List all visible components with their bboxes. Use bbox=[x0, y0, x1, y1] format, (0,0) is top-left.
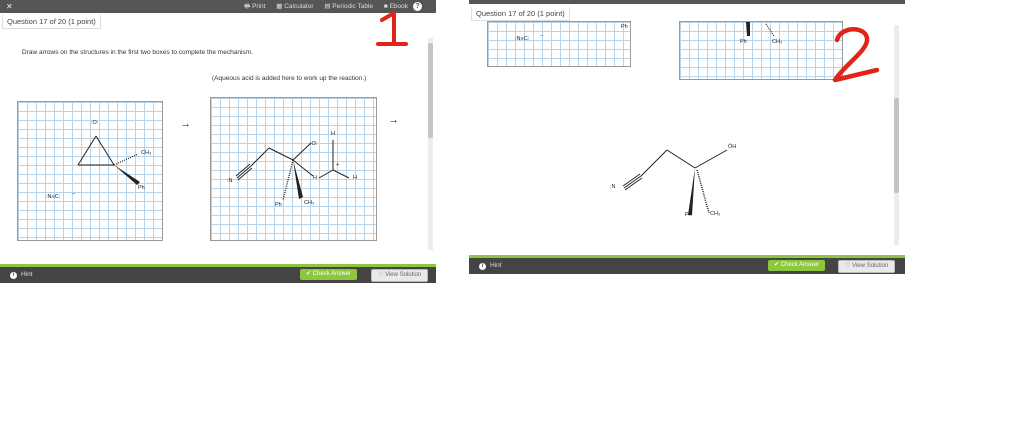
product-structure bbox=[622, 149, 728, 215]
oxygen-label: :O: bbox=[91, 120, 99, 126]
reaction-arrow-1: → bbox=[180, 118, 191, 130]
cyanide-label: :N≡C: bbox=[515, 36, 530, 42]
hydroxyl-label: ÖH bbox=[728, 144, 737, 150]
h3o-left-h: H bbox=[313, 175, 317, 181]
view-solution-label: View Solution bbox=[385, 272, 422, 278]
bulb-icon: ♡ bbox=[845, 263, 851, 269]
cyanide-charge: − bbox=[540, 33, 544, 39]
hint-button[interactable]: i Hint bbox=[10, 271, 33, 279]
h3o-top-h: H bbox=[331, 131, 335, 137]
methyl-label: CH₃ bbox=[141, 150, 152, 156]
phenyl-label: Ph bbox=[138, 185, 145, 191]
methyl-label: CH₃ bbox=[772, 39, 783, 45]
ebook-label: Ebook bbox=[389, 3, 408, 10]
instruction-text: Draw arrows on the structures in the fir… bbox=[22, 49, 253, 56]
book-icon: ■ bbox=[383, 3, 388, 10]
epoxide-structure bbox=[77, 135, 140, 185]
cyanide-charge: − bbox=[72, 191, 76, 197]
vertical-scrollbar[interactable] bbox=[428, 38, 433, 250]
bulb-icon: ♡ bbox=[378, 272, 384, 278]
nitrogen-label: :N bbox=[610, 184, 616, 190]
checkmark-icon: ✔ bbox=[774, 262, 780, 268]
right-screenshot: Question 17 of 20 (1 point) :N≡C: − Ph P… bbox=[469, 0, 905, 277]
phenyl-label: Ph bbox=[621, 24, 628, 30]
mechanism-box-2[interactable]: :N :O: H + H H Ph CH₃ bbox=[210, 97, 377, 241]
scrollbar-thumb[interactable] bbox=[894, 98, 899, 193]
ebook-button[interactable]: ■ Ebook bbox=[384, 3, 408, 10]
app-logo-icon: ✕ bbox=[6, 2, 13, 11]
alkoxide-structure bbox=[235, 140, 350, 201]
phenyl-label: Ph bbox=[685, 212, 692, 218]
calculator-icon: ▦ bbox=[276, 3, 283, 10]
periodic-table-button[interactable]: ▤ Periodic Table bbox=[324, 3, 373, 10]
bottom-action-bar: i Hint ✔ Check Answer ♡ View Solution bbox=[469, 255, 905, 274]
info-icon: i bbox=[10, 272, 17, 279]
workup-note: (Aqueous acid is added here to work up t… bbox=[212, 75, 367, 82]
view-solution-label: View Solution bbox=[852, 263, 889, 269]
partial-structure bbox=[746, 22, 775, 37]
help-button[interactable]: ? bbox=[413, 2, 422, 11]
check-answer-label: Check Answer bbox=[780, 262, 820, 268]
check-answer-label: Check Answer bbox=[312, 271, 352, 277]
cyanide-label: :N≡C: bbox=[46, 194, 61, 200]
reaction-arrow-2: → bbox=[388, 114, 399, 126]
mechanism-box-2-partial[interactable]: Ph CH₃ bbox=[679, 21, 843, 80]
print-button[interactable]: 🖶 Print bbox=[244, 3, 265, 10]
printer-icon: 🖶 bbox=[244, 3, 251, 10]
question-title: Question 17 of 20 (1 point) bbox=[2, 15, 101, 29]
h3o-plus: + bbox=[336, 162, 340, 168]
left-screenshot: ✕ 🖶 Print ▦ Calculator ▤ Periodic Table … bbox=[0, 0, 436, 283]
calculator-button[interactable]: ▦ Calculator bbox=[276, 3, 313, 10]
oxygen-anion-label: :O: bbox=[310, 141, 318, 147]
hint-label: Hint bbox=[490, 262, 502, 269]
checkmark-icon: ✔ bbox=[306, 271, 312, 277]
methyl-label: CH₃ bbox=[710, 211, 721, 217]
info-icon: i bbox=[479, 263, 486, 270]
check-answer-button[interactable]: ✔ Check Answer bbox=[300, 269, 358, 280]
methyl-label: CH₃ bbox=[304, 200, 315, 206]
view-solution-button[interactable]: ♡ View Solution bbox=[371, 269, 429, 282]
periodic-table-label: Periodic Table bbox=[332, 3, 373, 10]
print-label: Print bbox=[252, 3, 266, 10]
phenyl-label: Ph bbox=[740, 39, 747, 45]
hint-button[interactable]: i Hint bbox=[479, 262, 502, 270]
mechanism-box-1-partial[interactable]: :N≡C: − Ph bbox=[487, 21, 631, 67]
scrollbar-thumb[interactable] bbox=[428, 43, 433, 138]
vertical-scrollbar[interactable] bbox=[894, 25, 899, 245]
mechanism-box-1[interactable]: :O: CH₃ Ph :N≡C: − bbox=[17, 101, 163, 241]
top-toolbar: ✕ 🖶 Print ▦ Calculator ▤ Periodic Table … bbox=[0, 0, 436, 13]
nitrogen-label: :N bbox=[227, 178, 233, 184]
top-toolbar-edge bbox=[469, 0, 905, 4]
annotation-number-2 bbox=[832, 27, 880, 83]
view-solution-button[interactable]: ♡ View Solution bbox=[838, 260, 896, 273]
check-answer-button[interactable]: ✔ Check Answer bbox=[768, 260, 826, 271]
annotation-number-1 bbox=[376, 11, 408, 46]
table-icon: ▤ bbox=[324, 3, 331, 10]
h3o-right-h: H bbox=[353, 175, 357, 181]
phenyl-label: Ph bbox=[275, 202, 282, 208]
bottom-action-bar: i Hint ✔ Check Answer ♡ View Solution bbox=[0, 264, 436, 283]
question-title: Question 17 of 20 (1 point) bbox=[471, 7, 570, 21]
hint-label: Hint bbox=[21, 271, 33, 278]
calculator-label: Calculator bbox=[284, 3, 314, 10]
